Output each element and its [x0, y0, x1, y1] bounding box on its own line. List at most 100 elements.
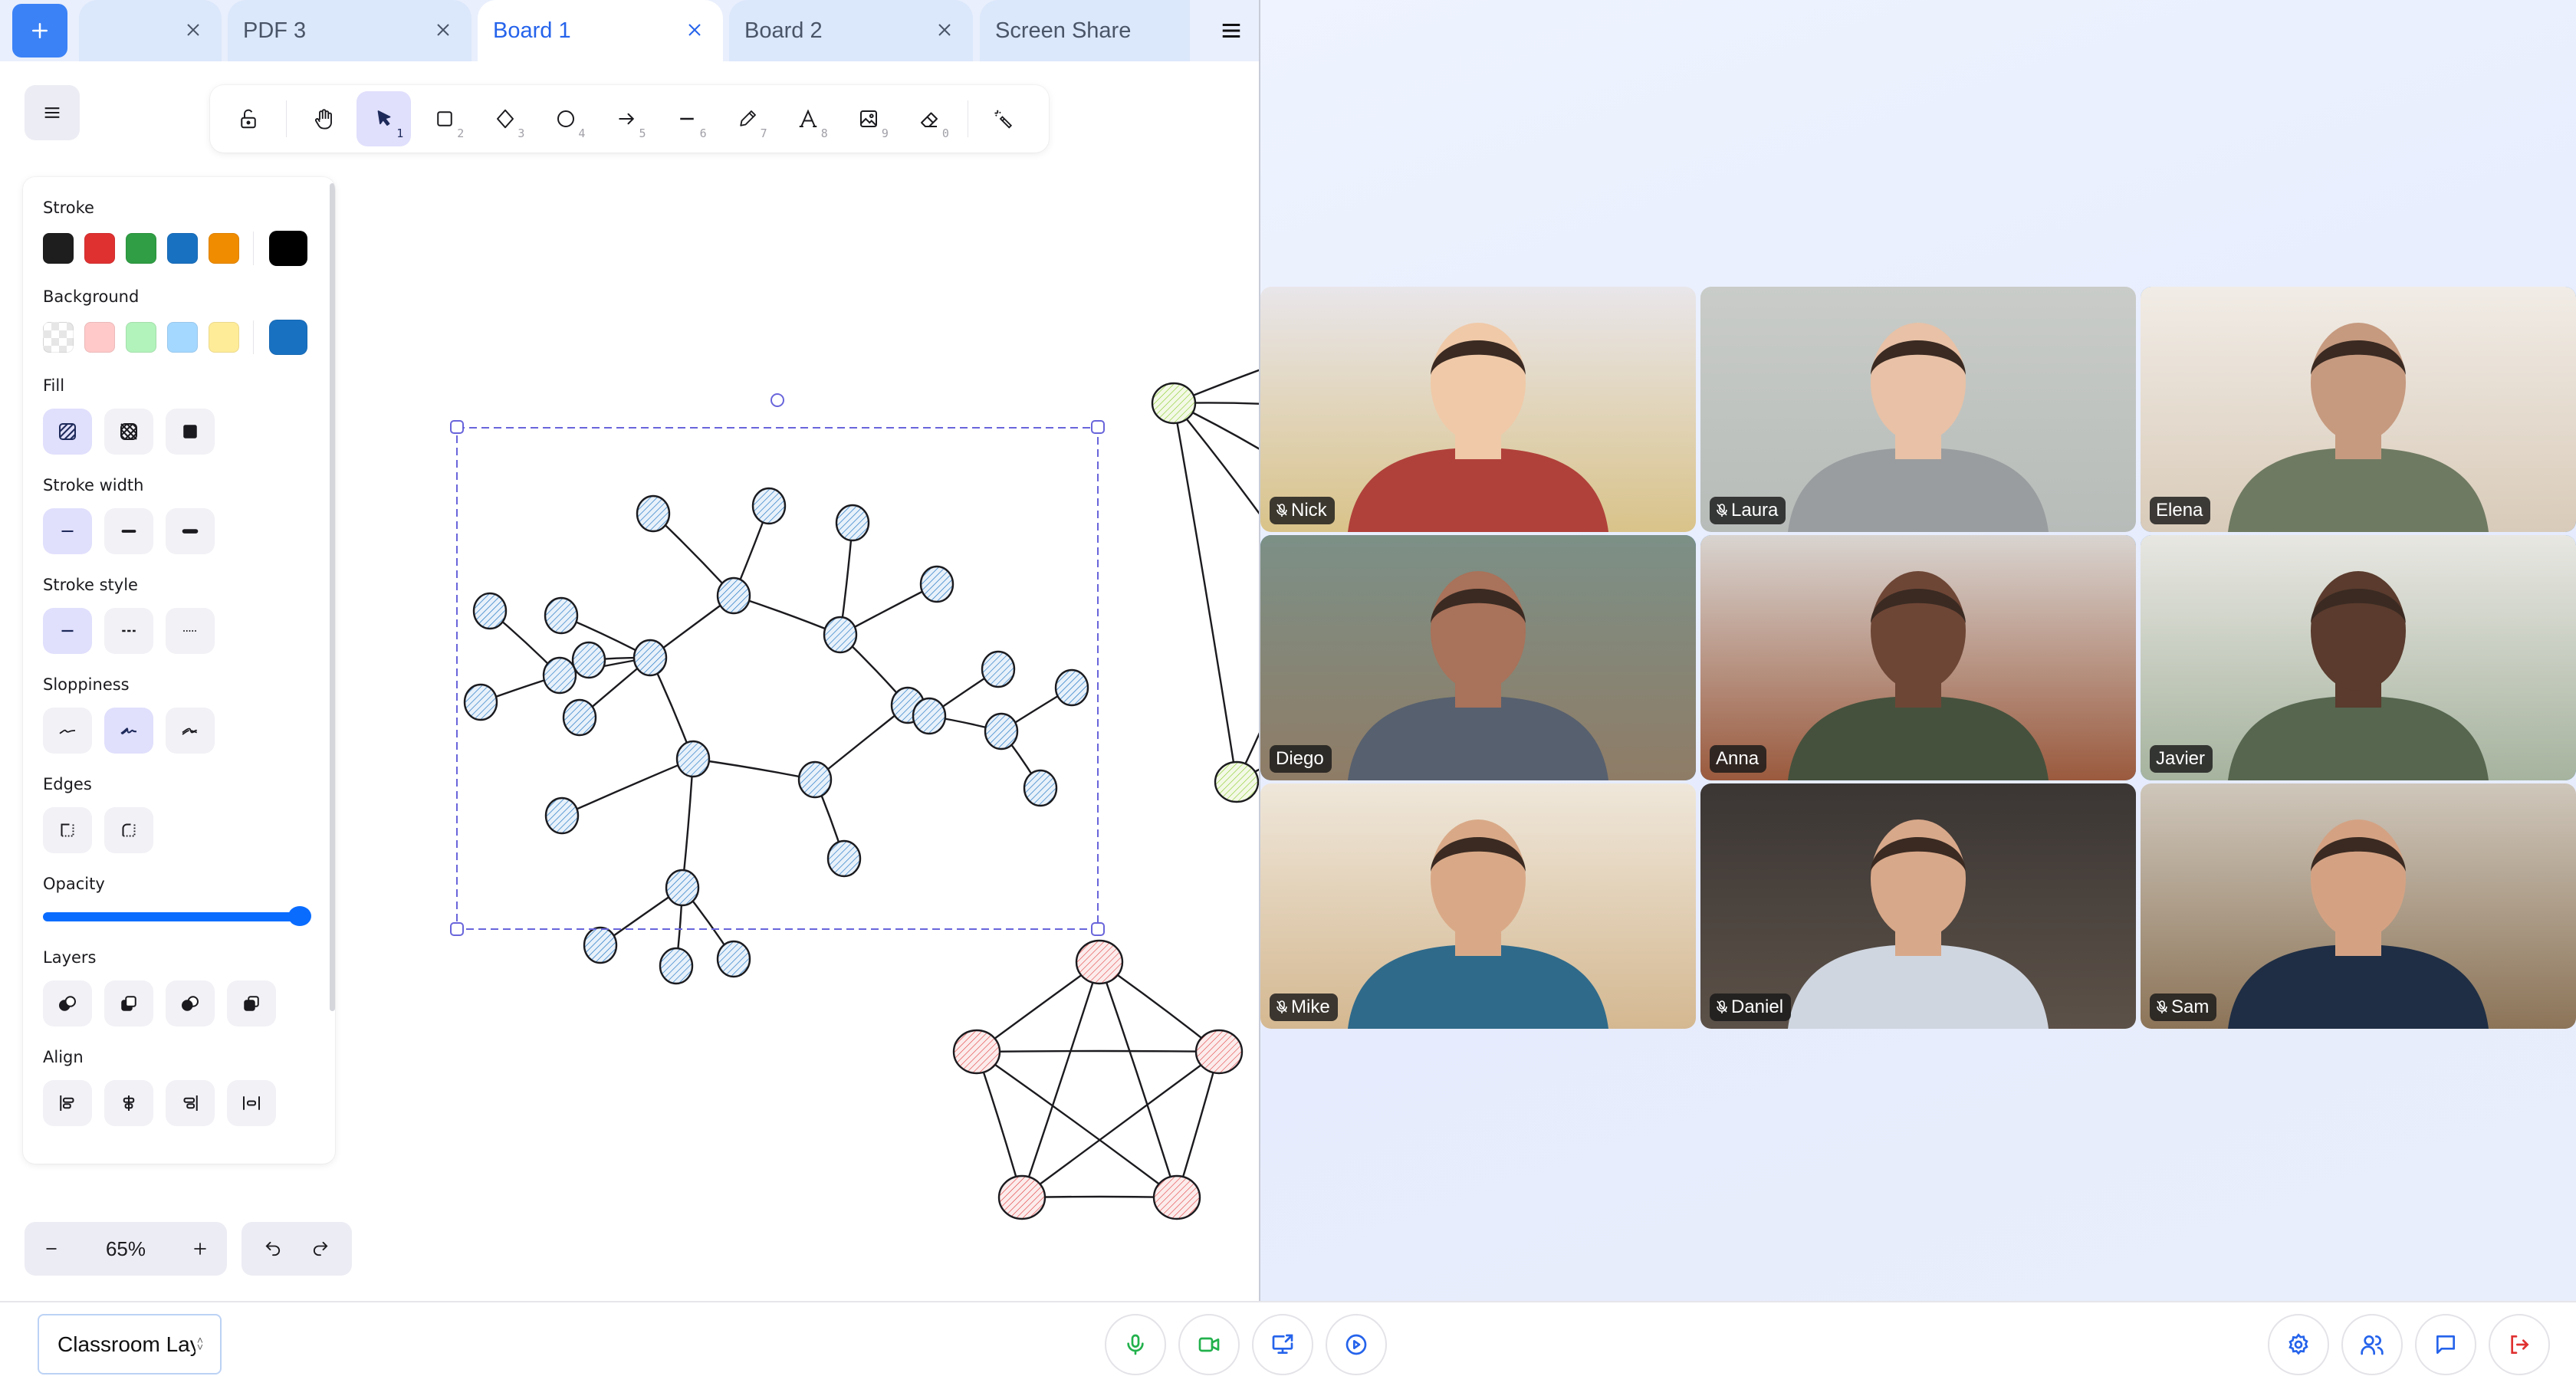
fill-cross-hatch-button[interactable] — [104, 409, 153, 455]
stroke-width-extra-bold-button[interactable] — [166, 508, 215, 554]
tree-node[interactable] — [571, 641, 606, 679]
tree-node[interactable] — [912, 697, 947, 735]
close-tab-icon[interactable] — [933, 18, 956, 41]
zoom-level[interactable]: 65% — [78, 1237, 173, 1261]
zoom-in-button[interactable] — [173, 1222, 227, 1276]
tool-draw[interactable]: 7 — [721, 91, 775, 146]
pentagon-node[interactable] — [1075, 939, 1124, 985]
properties-scrollbar[interactable] — [330, 183, 335, 1011]
tree-node[interactable] — [675, 740, 711, 778]
tool-laser[interactable] — [978, 91, 1032, 146]
participant-tile[interactable]: Sam — [2141, 783, 2576, 1029]
tool-image[interactable]: 9 — [842, 91, 896, 146]
stroke-swatch-4[interactable] — [209, 233, 239, 264]
pentagon-node[interactable] — [952, 1029, 1001, 1075]
participant-tile[interactable]: Daniel — [1700, 783, 2136, 1029]
tree-node[interactable] — [797, 760, 833, 799]
bring-to-front-button[interactable] — [227, 980, 276, 1026]
opacity-slider[interactable] — [43, 904, 311, 927]
tree-node[interactable] — [716, 940, 751, 978]
resize-handle-ne[interactable] — [1091, 420, 1105, 434]
send-to-back-button[interactable] — [43, 980, 92, 1026]
tree-node[interactable] — [665, 869, 700, 907]
resize-handle-sw[interactable] — [450, 922, 464, 936]
sloppiness-cartoonist-button[interactable] — [166, 708, 215, 754]
layout-select[interactable]: Classroom Layout ˄˅ — [38, 1314, 222, 1375]
tool-selection[interactable]: 1 — [356, 91, 412, 146]
undo-button[interactable] — [254, 1230, 292, 1268]
side-graph-node[interactable] — [1151, 382, 1197, 425]
tree-node[interactable] — [632, 639, 668, 677]
tree-node[interactable] — [981, 650, 1016, 688]
edges-round-button[interactable] — [104, 807, 153, 853]
camera-button[interactable] — [1178, 1314, 1240, 1375]
pentagon-node[interactable] — [1194, 1029, 1244, 1075]
edges-sharp-button[interactable] — [43, 807, 92, 853]
add-tab-button[interactable] — [12, 4, 67, 57]
participant-tile[interactable]: Nick — [1260, 287, 1696, 532]
stroke-swatch-3[interactable] — [167, 233, 198, 264]
background-swatch-4[interactable] — [209, 322, 239, 353]
tool-line[interactable]: 6 — [660, 91, 715, 146]
zoom-out-button[interactable] — [25, 1222, 78, 1276]
tab-pdf-3[interactable]: PDF 3 — [228, 0, 472, 61]
tree-node[interactable] — [472, 592, 508, 630]
rotate-handle[interactable] — [770, 393, 784, 407]
tree-node[interactable] — [716, 576, 751, 615]
align-left-button[interactable] — [43, 1080, 92, 1126]
stroke-swatch-2[interactable] — [126, 233, 156, 264]
tool-lock[interactable] — [221, 91, 275, 146]
stroke-width-thin-button[interactable] — [43, 508, 92, 554]
tool-text[interactable]: 8 — [781, 91, 836, 146]
participant-tile[interactable]: Anna — [1700, 535, 2136, 780]
main-menu-button[interactable] — [25, 85, 80, 140]
participant-tile[interactable]: Elena — [2141, 287, 2576, 532]
tab-screen-share[interactable]: Screen Share — [980, 0, 1190, 61]
tree-node[interactable] — [1023, 769, 1058, 807]
settings-button[interactable] — [2268, 1314, 2329, 1375]
send-backward-button[interactable] — [104, 980, 153, 1026]
tree-node[interactable] — [562, 698, 597, 737]
close-tab-icon[interactable] — [432, 18, 455, 41]
tree-node[interactable] — [984, 712, 1019, 750]
tab-board-2[interactable]: Board 2 — [729, 0, 973, 61]
pentagon-node[interactable] — [1152, 1174, 1201, 1220]
chat-button[interactable] — [2415, 1314, 2476, 1375]
resize-handle-se[interactable] — [1091, 922, 1105, 936]
resize-handle-nw[interactable] — [450, 420, 464, 434]
stroke-swatch-1[interactable] — [84, 233, 115, 264]
bring-forward-button[interactable] — [166, 980, 215, 1026]
participants-button[interactable] — [2341, 1314, 2403, 1375]
tree-node[interactable] — [636, 494, 671, 533]
participant-tile[interactable]: Diego — [1260, 535, 1696, 780]
tab-board-1[interactable]: Board 1 — [478, 0, 723, 61]
tool-ellipse[interactable]: 4 — [538, 91, 593, 146]
background-swatch-1[interactable] — [84, 322, 115, 353]
opacity-slider-thumb[interactable] — [288, 906, 311, 926]
tree-node[interactable] — [823, 616, 858, 654]
stroke-style-solid-button[interactable] — [43, 608, 92, 654]
fill-solid-button[interactable] — [166, 409, 215, 455]
background-swatch-2[interactable] — [126, 322, 156, 353]
stroke-swatch-0[interactable] — [43, 233, 74, 264]
align-right-button[interactable] — [166, 1080, 215, 1126]
pentagon-node[interactable] — [997, 1174, 1046, 1220]
participant-tile[interactable]: Mike — [1260, 783, 1696, 1029]
tree-node[interactable] — [826, 839, 862, 878]
tree-node[interactable] — [835, 504, 870, 542]
tool-eraser[interactable]: 0 — [902, 91, 957, 146]
redo-button[interactable] — [301, 1230, 340, 1268]
sloppiness-architect-button[interactable] — [43, 708, 92, 754]
sloppiness-artist-button[interactable] — [104, 708, 153, 754]
stroke-style-dashed-button[interactable] — [104, 608, 153, 654]
participant-tile[interactable]: Laura — [1700, 287, 2136, 532]
tree-node[interactable] — [542, 656, 577, 695]
align-center-button[interactable] — [104, 1080, 153, 1126]
tree-node[interactable] — [751, 487, 787, 525]
tool-arrow[interactable]: 5 — [599, 91, 653, 146]
fill-hachure-button[interactable] — [43, 409, 92, 455]
tool-rectangle[interactable]: 2 — [417, 91, 472, 146]
close-tab-icon[interactable] — [683, 18, 706, 41]
background-swatch-transparent[interactable] — [43, 322, 74, 353]
tool-diamond[interactable]: 3 — [478, 91, 532, 146]
